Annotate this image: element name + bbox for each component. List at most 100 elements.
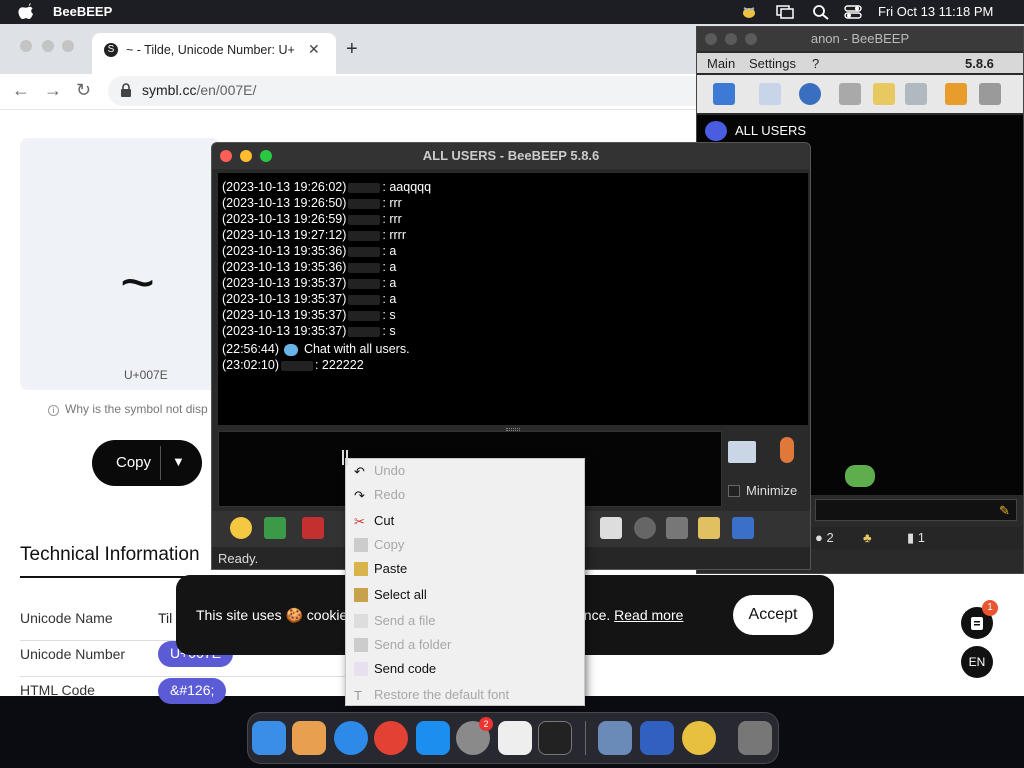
zoom-window-button[interactable]: [62, 40, 74, 52]
screenshot-icon[interactable]: [666, 517, 688, 539]
file-icon: [354, 614, 368, 628]
terminal-icon[interactable]: [538, 721, 572, 755]
apple-icon[interactable]: [18, 3, 34, 20]
close-window-button[interactable]: [220, 150, 232, 162]
language-button[interactable]: EN: [961, 646, 993, 678]
chat-message: (2023-10-13 19:35:37): a: [222, 276, 397, 290]
technical-info-heading: Technical Information: [20, 544, 200, 565]
app-menu-name[interactable]: BeeBEEP: [53, 4, 112, 19]
trash-icon[interactable]: [979, 83, 1001, 105]
accept-cookies-button[interactable]: Accept: [733, 595, 813, 635]
chrome-icon[interactable]: [374, 721, 408, 755]
menu-item-copy[interactable]: Copy: [346, 533, 584, 557]
menubar-clock[interactable]: Fri Oct 13 11:18 PM: [878, 4, 993, 19]
minimize-window-button[interactable]: [42, 40, 54, 52]
close-window-button[interactable]: [705, 33, 717, 45]
plugins-icon[interactable]: [905, 83, 927, 105]
menu-item-undo[interactable]: ↶ Undo: [346, 459, 584, 483]
edit-profile-icon[interactable]: [759, 83, 781, 105]
save-chat-icon[interactable]: [732, 517, 754, 539]
groups-icon[interactable]: ♣: [863, 530, 872, 545]
network-icon[interactable]: [799, 83, 821, 105]
trash-bin-icon[interactable]: [738, 721, 772, 755]
user-status-icon[interactable]: [713, 83, 735, 105]
menu-item-paste[interactable]: Paste: [346, 557, 584, 581]
screen-mirror-icon[interactable]: [776, 4, 794, 20]
messages-count[interactable]: ▮ 1: [907, 530, 925, 546]
chat-message: (2023-10-13 19:35:36): a: [222, 244, 397, 258]
why-not-displayed-link[interactable]: i Why is the symbol not disp: [48, 402, 208, 416]
beebeep-files-icon[interactable]: [640, 721, 674, 755]
chat-log[interactable]: (2023-10-13 19:26:02): aaqqqq (2023-10-1…: [218, 173, 808, 425]
beebeep-toolbar: [697, 75, 1023, 113]
back-icon[interactable]: ←: [12, 80, 30, 101]
clipboard-icon: [354, 562, 368, 576]
forward-icon[interactable]: →: [44, 80, 62, 101]
minimize-window-button[interactable]: [240, 150, 252, 162]
minimize-checkbox[interactable]: [728, 485, 740, 497]
clear-broom-icon[interactable]: ✎: [999, 503, 1010, 519]
text-color-icon[interactable]: [302, 517, 324, 539]
close-tab-icon[interactable]: ✕: [308, 41, 320, 58]
code-tag-icon[interactable]: [600, 517, 622, 539]
zoom-window-button[interactable]: [260, 150, 272, 162]
reload-icon[interactable]: ↻: [76, 80, 91, 101]
close-window-button[interactable]: [20, 40, 32, 52]
beebeep-app-icon[interactable]: [682, 721, 716, 755]
control-center-icon[interactable]: [844, 4, 862, 20]
new-tab-icon[interactable]: +: [346, 38, 358, 61]
file-share-icon[interactable]: [945, 83, 967, 105]
menu-item-redo[interactable]: ↷ Redo: [346, 483, 584, 507]
copy-button[interactable]: Copy ▼: [92, 440, 202, 486]
lock-icon[interactable]: [120, 83, 132, 97]
code-icon: [354, 662, 368, 676]
beebeep-search-field[interactable]: [815, 499, 1017, 521]
select-all-icon: [354, 588, 368, 602]
menu-item-restore-font[interactable]: T Restore the default font: [346, 683, 584, 707]
menu-item-send-code[interactable]: Send code: [346, 657, 584, 681]
url-text[interactable]: symbl.cc/en/007E/: [142, 82, 256, 98]
emoji-icon[interactable]: [230, 517, 252, 539]
send-file-icon[interactable]: [264, 517, 286, 539]
launchpad-icon[interactable]: [292, 721, 326, 755]
scissors-icon: ✂: [354, 514, 365, 529]
html-code-pill[interactable]: &#126;: [158, 678, 227, 704]
menu-settings[interactable]: Settings: [749, 56, 796, 71]
users-online-count[interactable]: ● 2: [815, 530, 834, 545]
write-message-icon[interactable]: [873, 83, 895, 105]
row-label-html-code: HTML Code: [20, 682, 95, 698]
home-icon[interactable]: [839, 83, 861, 105]
all-users-item[interactable]: ALL USERS: [735, 123, 806, 138]
preview-icon[interactable]: [598, 721, 632, 755]
row-value-unicode-name: Til: [158, 610, 173, 626]
copy-dropdown-icon[interactable]: ▼: [172, 454, 185, 469]
symbol-glyph: ~: [120, 249, 156, 316]
menu-item-send-folder[interactable]: Send a folder: [346, 633, 584, 657]
spotlight-search-icon[interactable]: [812, 4, 830, 20]
finder-icon[interactable]: [252, 721, 286, 755]
folder-icon: [354, 638, 368, 652]
zoom-window-button[interactable]: [745, 33, 757, 45]
beebeep-tray-icon[interactable]: [740, 4, 758, 20]
minimize-window-button[interactable]: [725, 33, 737, 45]
info-icon: i: [48, 405, 59, 416]
textedit-icon[interactable]: [498, 721, 532, 755]
browser-tab[interactable]: S ~ - Tilde, Unicode Number: U+ ✕: [92, 33, 336, 74]
copy-divider: [160, 446, 161, 480]
camera-icon[interactable]: [634, 517, 656, 539]
menu-main[interactable]: Main: [707, 56, 735, 71]
row-label-unicode-name: Unicode Name: [20, 610, 113, 626]
menu-help[interactable]: ?: [812, 56, 819, 71]
menu-item-cut[interactable]: ✂ Cut: [346, 509, 584, 533]
send-message-icon[interactable]: [728, 441, 756, 463]
chat-bubbles-icon[interactable]: [845, 465, 875, 487]
context-menu: ↶ Undo ↷ Redo ✂ Cut Copy Paste Select all S…: [345, 458, 585, 706]
address-bar[interactable]: symbl.cc/en/007E/: [108, 76, 748, 106]
read-more-link[interactable]: Read more: [614, 607, 683, 623]
microphone-icon[interactable]: [780, 437, 794, 463]
notes-icon[interactable]: [698, 517, 720, 539]
safari-icon[interactable]: [334, 721, 368, 755]
menu-item-send-file[interactable]: Send a file: [346, 609, 584, 633]
app-store-icon[interactable]: [416, 721, 450, 755]
menu-item-select-all[interactable]: Select all: [346, 583, 584, 607]
